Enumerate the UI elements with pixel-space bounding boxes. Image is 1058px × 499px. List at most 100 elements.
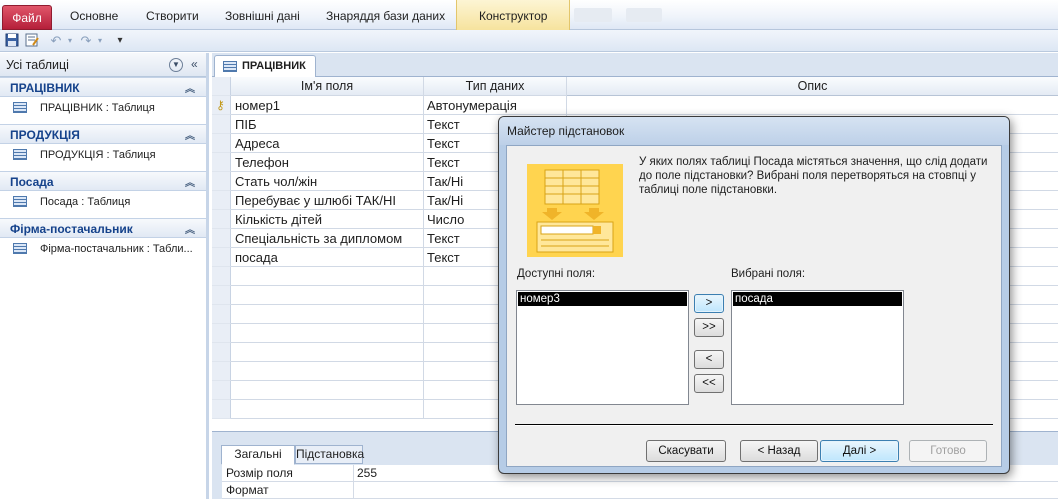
save-icon[interactable] bbox=[4, 33, 20, 49]
row-selector[interactable] bbox=[212, 191, 231, 210]
collapse-group-icon[interactable]: ︽ bbox=[185, 221, 195, 236]
column-header-field-name[interactable]: Ім'я поля bbox=[231, 77, 424, 96]
collapse-group-icon[interactable]: ︽ bbox=[185, 80, 195, 95]
form-icon[interactable] bbox=[24, 33, 40, 49]
column-header-description[interactable]: Опис bbox=[567, 77, 1058, 96]
field-name-cell[interactable] bbox=[231, 362, 424, 381]
back-button[interactable]: < Назад bbox=[740, 440, 818, 462]
nav-menu-dropdown-icon[interactable]: ▼ bbox=[169, 58, 183, 72]
data-type-cell[interactable]: Автонумерація bbox=[424, 96, 567, 115]
undo-dropdown-icon[interactable]: ▾ bbox=[62, 33, 78, 49]
tab-create[interactable]: Створити bbox=[146, 9, 199, 23]
nav-title: Усі таблиці bbox=[6, 58, 69, 72]
table-icon bbox=[13, 196, 27, 207]
row-selector[interactable] bbox=[212, 381, 231, 400]
finish-button[interactable]: Готово bbox=[909, 440, 987, 462]
redo-dropdown-icon[interactable]: ▾ bbox=[92, 33, 108, 49]
field-name-cell[interactable]: посада bbox=[231, 248, 424, 267]
field-name-cell[interactable]: ПІБ bbox=[231, 115, 424, 134]
list-item[interactable]: посада bbox=[733, 292, 902, 306]
collapse-group-icon[interactable]: ︽ bbox=[185, 174, 195, 189]
field-name-cell[interactable] bbox=[231, 343, 424, 362]
selected-fields-label: Вибрані поля: bbox=[731, 268, 806, 280]
field-name-cell[interactable]: Спеціальність за дипломом bbox=[231, 229, 424, 248]
row-selector[interactable] bbox=[212, 153, 231, 172]
tab-design-label: Конструктор bbox=[479, 9, 548, 23]
row-selector[interactable] bbox=[212, 362, 231, 381]
row-selector[interactable] bbox=[212, 248, 231, 267]
field-name-cell[interactable]: номер1 bbox=[231, 96, 424, 115]
row-selector[interactable] bbox=[212, 210, 231, 229]
row-selector[interactable] bbox=[212, 400, 231, 419]
field-name-cell[interactable]: Стать чол/жін bbox=[231, 172, 424, 191]
row-selector[interactable] bbox=[212, 267, 231, 286]
row-selector[interactable] bbox=[212, 343, 231, 362]
tab-database-tools[interactable]: Знаряддя бази даних bbox=[326, 9, 445, 23]
nav-group-pratsivnyk[interactable]: ПРАЦІВНИК ︽ bbox=[0, 77, 206, 97]
row-selector[interactable] bbox=[212, 134, 231, 153]
field-name-cell[interactable] bbox=[231, 324, 424, 343]
collapse-group-icon[interactable]: ︽ bbox=[185, 127, 195, 142]
field-name-cell[interactable] bbox=[231, 400, 424, 419]
next-button[interactable]: Далі > bbox=[820, 440, 899, 462]
remove-all-fields-button[interactable]: << bbox=[694, 374, 724, 393]
tab-design[interactable]: Конструктор bbox=[456, 0, 570, 30]
property-value[interactable]: 255 bbox=[357, 466, 377, 480]
nav-group-produktsiia[interactable]: ПРОДУКЦІЯ ︽ bbox=[0, 124, 206, 144]
add-field-button[interactable]: > bbox=[694, 294, 724, 313]
row-selector[interactable] bbox=[212, 172, 231, 191]
tab-home[interactable]: Основне bbox=[70, 9, 118, 23]
property-name: Формат bbox=[226, 483, 269, 497]
field-name-cell[interactable]: Телефон bbox=[231, 153, 424, 172]
nav-item-table-posada[interactable]: Посада : Таблиця bbox=[0, 191, 206, 214]
description-cell[interactable] bbox=[567, 96, 1058, 115]
table-row[interactable]: ⚷ номер1 Автонумерація bbox=[212, 96, 1058, 115]
dialog-titlebar[interactable]: Майстер підстановок bbox=[499, 117, 1009, 145]
tab-general[interactable]: Загальні bbox=[221, 445, 295, 465]
tab-external-data[interactable]: Зовнішні дані bbox=[225, 9, 300, 23]
add-all-fields-button[interactable]: >> bbox=[694, 318, 724, 337]
row-selector[interactable] bbox=[212, 305, 231, 324]
field-name-cell[interactable] bbox=[231, 286, 424, 305]
wizard-description: У яких полях таблиці Посада містяться зн… bbox=[639, 156, 988, 196]
column-header-data-type[interactable]: Тип даних bbox=[424, 77, 567, 96]
remove-field-button[interactable]: < bbox=[694, 350, 724, 369]
row-selector[interactable] bbox=[212, 286, 231, 305]
row-selector[interactable] bbox=[212, 115, 231, 134]
field-name-cell[interactable]: Перебуває у шлюбі ТАК/НІ bbox=[231, 191, 424, 210]
field-name-cell[interactable]: Адреса bbox=[231, 134, 424, 153]
field-name-cell[interactable] bbox=[231, 381, 424, 400]
available-fields-list[interactable]: номер3 bbox=[516, 290, 689, 405]
grid-corner[interactable] bbox=[212, 77, 231, 96]
nav-item-label: Фірма-постачальник : Табли... bbox=[40, 243, 193, 255]
nav-item-table-pratsivnyk[interactable]: ПРАЦІВНИК : Таблиця bbox=[0, 97, 206, 120]
nav-group-title: Фірма-постачальник bbox=[10, 222, 133, 236]
wizard-illustration bbox=[527, 164, 623, 257]
dialog-title: Майстер підстановок bbox=[507, 124, 625, 138]
document-tab-label: ПРАЦІВНИК bbox=[242, 60, 306, 72]
ribbon-faded-element bbox=[626, 8, 662, 22]
nav-header[interactable]: Усі таблиці ▼ « bbox=[0, 53, 206, 77]
row-selector[interactable]: ⚷ bbox=[212, 96, 231, 115]
nav-item-table-firma[interactable]: Фірма-постачальник : Табли... bbox=[0, 238, 206, 261]
nav-item-label: Посада : Таблиця bbox=[40, 196, 131, 208]
property-row[interactable]: Формат bbox=[222, 482, 1058, 499]
tab-file[interactable]: Файл bbox=[2, 5, 52, 30]
nav-group-posada[interactable]: Посада ︽ bbox=[0, 171, 206, 191]
list-item[interactable]: номер3 bbox=[518, 292, 687, 306]
cancel-button[interactable]: Скасувати bbox=[646, 440, 726, 462]
selected-fields-list[interactable]: посада bbox=[731, 290, 904, 405]
field-name-cell[interactable] bbox=[231, 267, 424, 286]
navigation-pane: Усі таблиці ▼ « ПРАЦІВНИК ︽ ПРАЦІВНИК : … bbox=[0, 53, 209, 499]
row-selector[interactable] bbox=[212, 324, 231, 343]
document-tab-pratsivnyk[interactable]: ПРАЦІВНИК bbox=[214, 55, 316, 77]
customize-icon[interactable]: ▾ bbox=[112, 33, 128, 49]
row-selector[interactable] bbox=[212, 229, 231, 248]
tab-lookup[interactable]: Підстановка bbox=[295, 445, 364, 464]
nav-collapse-icon[interactable]: « bbox=[191, 57, 198, 71]
field-name-cell[interactable]: Кількість дітей bbox=[231, 210, 424, 229]
nav-group-firma[interactable]: Фірма-постачальник ︽ bbox=[0, 218, 206, 238]
nav-item-table-produktsiia[interactable]: ПРОДУКЦІЯ : Таблиця bbox=[0, 144, 206, 167]
property-name: Розмір поля bbox=[226, 466, 293, 480]
field-name-cell[interactable] bbox=[231, 305, 424, 324]
